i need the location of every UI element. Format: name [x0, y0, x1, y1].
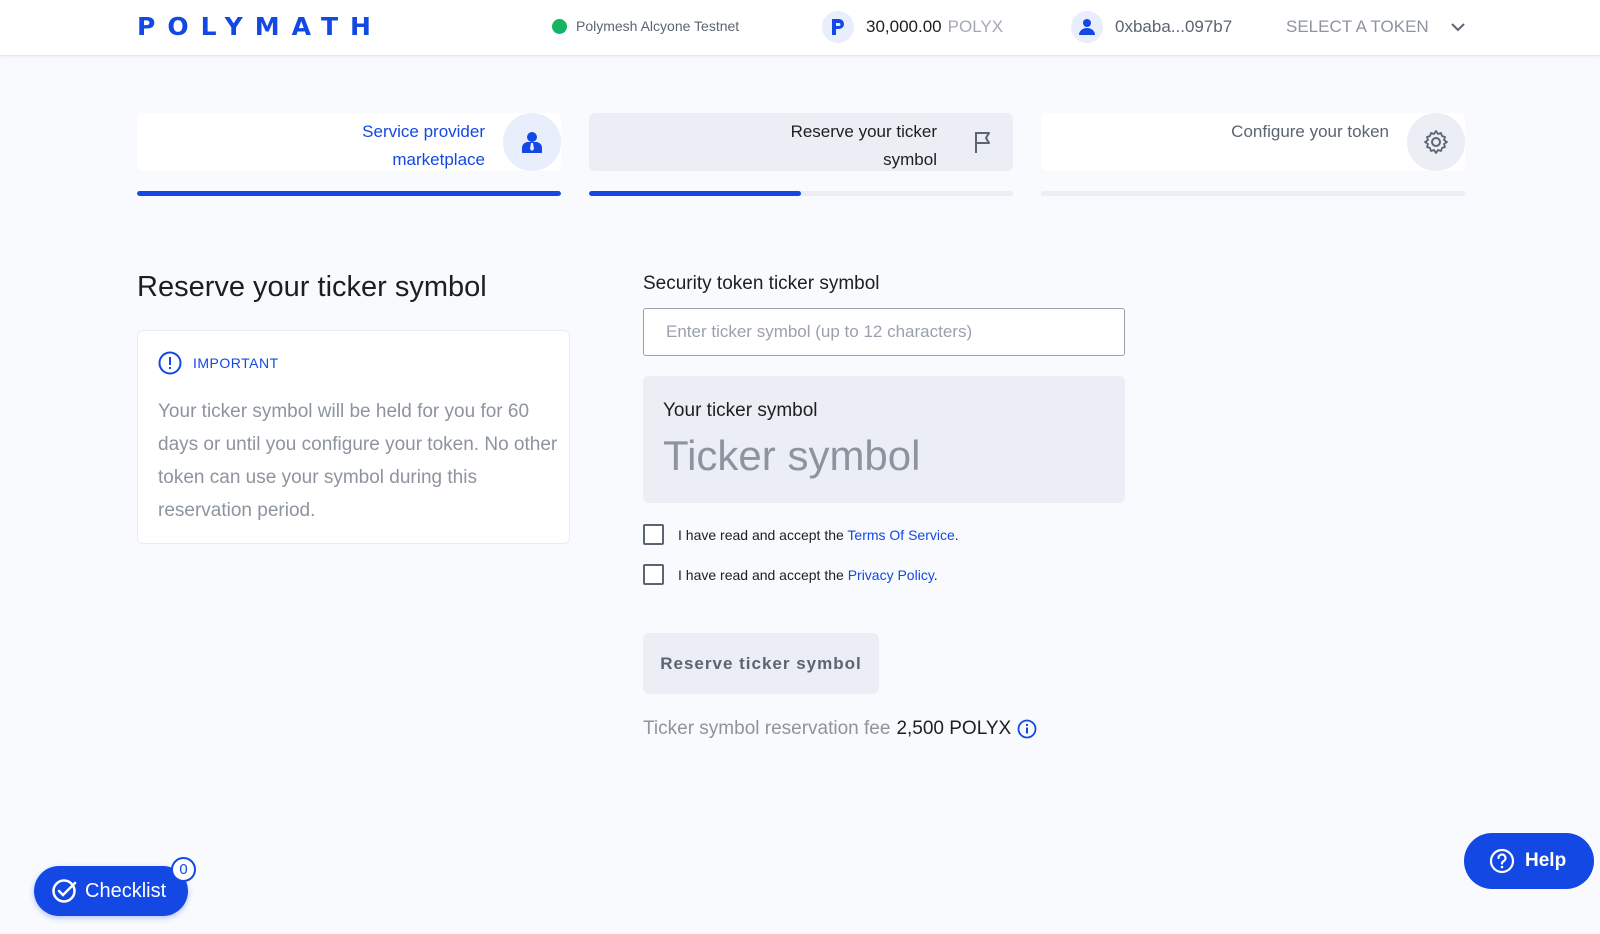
step-label: Reserve your ticker symbol: [790, 122, 937, 169]
terms-text: I have read and accept the Terms Of Serv…: [678, 527, 959, 543]
reservation-fee: Ticker symbol reservation fee 2,500 POLY…: [643, 718, 1037, 740]
privacy-text: I have read and accept the Privacy Polic…: [678, 567, 938, 583]
terms-checkbox[interactable]: [643, 524, 664, 545]
step-configure-token[interactable]: Configure your token: [1041, 113, 1465, 171]
gear-icon: [1407, 113, 1465, 171]
network-status-dot: [552, 18, 567, 34]
notice-text: Your ticker symbol will be held for you …: [158, 401, 558, 521]
info-icon[interactable]: [1017, 719, 1037, 739]
terms-prefix: I have read and accept the: [678, 526, 848, 543]
balance-unit: POLYX: [947, 17, 1004, 36]
ticker-field-label: Security token ticker symbol: [643, 273, 880, 294]
account-address: 0xbaba...097b7: [1115, 17, 1233, 36]
privacy-policy-link[interactable]: Privacy Policy: [848, 567, 934, 583]
polymath-logo[interactable]: POLYMATH: [137, 12, 383, 41]
balance-amount: 30,000.00: [866, 17, 942, 36]
checklist-button[interactable]: Checklist: [34, 866, 188, 916]
privacy-checkbox[interactable]: [643, 564, 664, 585]
terms-of-service-link[interactable]: Terms Of Service: [847, 527, 954, 543]
terms-period: .: [954, 526, 959, 543]
flag-icon: [955, 113, 1013, 171]
top-header: POLYMATH Polymesh Alcyone Testnet 30,000…: [0, 0, 1600, 56]
privacy-prefix: I have read and accept the: [678, 566, 848, 583]
polyx-icon: [822, 11, 854, 43]
privacy-period: .: [933, 566, 938, 583]
notice-heading: IMPORTANT: [158, 351, 279, 375]
step-progress-bar: [1041, 191, 1465, 196]
notice-heading-text: IMPORTANT: [193, 355, 279, 371]
token-select-label: SELECT A TOKEN: [1286, 17, 1429, 36]
reserve-ticker-button[interactable]: Reserve ticker symbol: [643, 633, 879, 694]
page-title: Reserve your ticker symbol: [137, 271, 487, 303]
ticker-input[interactable]: [643, 308, 1125, 356]
step-service-provider[interactable]: Service provider marketplace: [137, 113, 561, 171]
checklist-label: Checklist: [85, 879, 167, 902]
step-label: Configure your token: [1231, 122, 1389, 141]
fee-label: Ticker symbol reservation fee: [643, 718, 891, 739]
token-select-dropdown[interactable]: SELECT A TOKEN: [1286, 17, 1465, 37]
checklist-count-badge: 0: [171, 857, 196, 882]
fee-amount: 2,500 POLYX: [896, 718, 1012, 739]
balance-display: 30,000.00 POLYX: [822, 11, 1003, 43]
alert-icon: [158, 351, 182, 375]
help-icon: [1489, 848, 1515, 874]
ticker-preview: Your ticker symbol Ticker symbol: [643, 376, 1125, 503]
account-display[interactable]: 0xbaba...097b7: [1071, 11, 1232, 43]
chevron-down-icon: [1450, 22, 1465, 31]
network-name: Polymesh Alcyone Testnet: [576, 18, 740, 34]
ticker-preview-label: Your ticker symbol: [663, 400, 818, 421]
step-label: Service provider marketplace: [362, 122, 485, 169]
step-progress-bar: [589, 191, 1013, 196]
help-button[interactable]: Help: [1464, 833, 1594, 889]
help-label: Help: [1525, 850, 1567, 871]
terms-checkbox-row: I have read and accept the Terms Of Serv…: [643, 524, 959, 545]
user-avatar-icon: [1071, 11, 1103, 43]
network-status: Polymesh Alcyone Testnet: [552, 18, 739, 34]
step-reserve-ticker[interactable]: Reserve your ticker symbol: [589, 113, 1013, 171]
provider-icon: [503, 113, 561, 171]
privacy-checkbox-row: I have read and accept the Privacy Polic…: [643, 564, 938, 585]
ticker-preview-value: Ticker symbol: [663, 432, 921, 479]
step-progress-bar: [137, 191, 561, 196]
check-circle-icon: [52, 879, 77, 903]
important-notice: IMPORTANT Your ticker symbol will be hel…: [137, 330, 570, 544]
